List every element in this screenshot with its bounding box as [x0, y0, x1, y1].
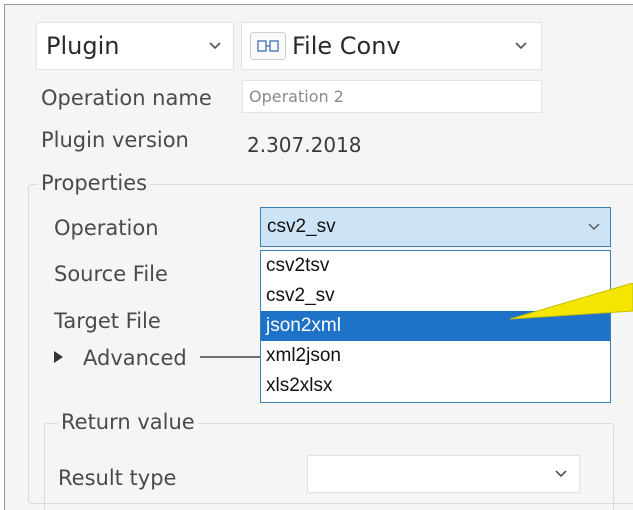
chevron-down-icon — [205, 36, 225, 56]
plugin-version-label: Plugin version — [41, 128, 189, 152]
chevron-down-icon — [511, 36, 531, 56]
advanced-label[interactable]: Advanced — [83, 346, 187, 370]
dropdown-option[interactable]: xml2json — [261, 341, 610, 371]
operation-name-label: Operation name — [41, 86, 212, 110]
chevron-down-icon — [584, 217, 604, 237]
chevron-down-icon — [551, 464, 571, 484]
plugin-selector[interactable]: Plugin — [36, 22, 234, 70]
result-type-select[interactable] — [307, 455, 580, 493]
properties-title: Properties — [38, 171, 151, 195]
file-conv-selector-value: File Conv — [292, 32, 401, 60]
plugin-version-value: 2.307.2018 — [247, 133, 362, 157]
operation-select-value: csv2_sv — [267, 216, 336, 237]
plugin-selector-value: Plugin — [46, 32, 120, 60]
operation-select[interactable]: csv2_sv — [260, 207, 611, 247]
operation-name-field[interactable]: Operation 2 — [242, 80, 542, 113]
return-value-title: Return value — [58, 410, 198, 434]
file-conv-selector[interactable]: File Conv — [241, 22, 542, 70]
dropdown-option[interactable]: xls2xlsx — [261, 371, 610, 401]
dropdown-option[interactable]: csv2tsv — [261, 251, 610, 281]
file-conv-icon — [250, 32, 286, 60]
callout-arrow-icon — [510, 283, 633, 320]
operation-label: Operation — [54, 216, 159, 240]
expand-triangle-icon[interactable] — [54, 351, 63, 363]
result-type-label: Result type — [58, 466, 177, 490]
advanced-connector-line — [200, 356, 260, 358]
target-file-label: Target File — [54, 309, 161, 333]
source-file-label: Source File — [54, 262, 168, 286]
